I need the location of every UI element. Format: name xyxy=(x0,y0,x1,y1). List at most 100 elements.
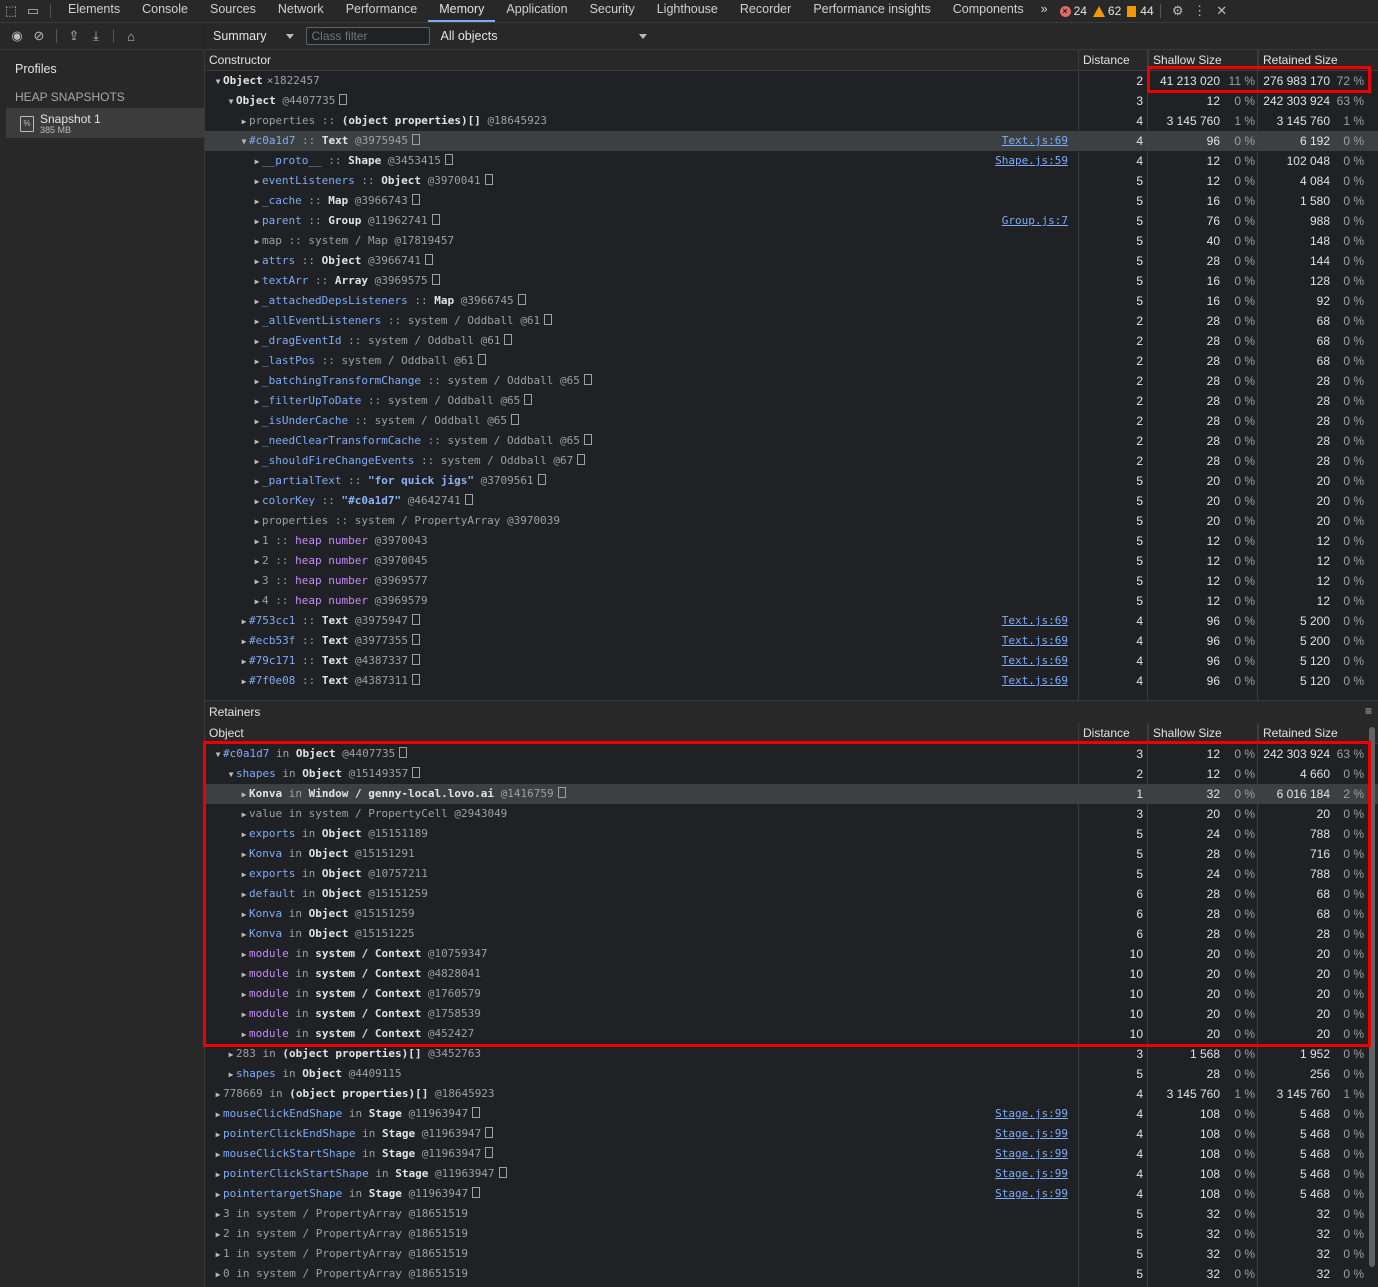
expand-right-icon[interactable]: ▶ xyxy=(239,805,249,825)
expand-right-icon[interactable]: ▶ xyxy=(252,472,262,492)
reveal-icon[interactable] xyxy=(583,434,592,445)
expand-right-icon[interactable]: ▶ xyxy=(239,865,249,885)
reveal-icon[interactable] xyxy=(557,787,566,798)
table-row[interactable]: ▶ 1 :: heap number @3970043 5 12 0 % 12 0 % xyxy=(205,531,1378,551)
expand-right-icon[interactable]: ▶ xyxy=(213,1205,223,1225)
source-link[interactable]: Text.js:69 xyxy=(1002,671,1068,691)
expand-right-icon[interactable]: ▶ xyxy=(239,612,249,632)
reveal-icon[interactable] xyxy=(484,174,493,185)
reveal-icon[interactable] xyxy=(411,194,420,205)
expand-right-icon[interactable]: ▶ xyxy=(239,632,249,652)
more-tabs-button[interactable]: » xyxy=(1035,0,1054,22)
reveal-icon[interactable] xyxy=(339,94,348,105)
tab-recorder[interactable]: Recorder xyxy=(729,0,802,22)
expand-right-icon[interactable]: ▶ xyxy=(252,372,262,392)
retainer-row[interactable]: ▶ 2 in system / PropertyArray @18651519 5 3… xyxy=(205,1224,1378,1244)
clear-icon[interactable]: ⊘ xyxy=(28,25,50,47)
reveal-icon[interactable] xyxy=(498,1167,507,1178)
expand-right-icon[interactable]: ▶ xyxy=(239,785,249,805)
reveal-icon[interactable] xyxy=(411,614,420,625)
table-row[interactable]: ▶ map :: system / Map @17819457 5 40 0 % 148 0… xyxy=(205,231,1378,251)
retainer-row[interactable]: ▶ shapes in Object @4409115 5 28 0 % 256 0 % xyxy=(205,1064,1378,1084)
retainer-row[interactable]: ▶ Konva in Object @15151225 6 28 0 % 28 0 % xyxy=(205,924,1378,944)
reveal-icon[interactable] xyxy=(464,494,473,505)
column-shallow-size[interactable]: Shallow Size xyxy=(1148,50,1258,70)
snapshot-item[interactable]: % Snapshot 1 385 MB xyxy=(6,108,204,138)
warning-count[interactable]: 62 xyxy=(1092,4,1121,18)
table-row[interactable]: ▶ _filterUpToDate :: system / Oddball @65… xyxy=(205,391,1378,411)
column-shallow-size[interactable]: Shallow Size xyxy=(1148,723,1258,743)
table-row[interactable]: ▶ #753cc1 :: Text @3975947 Text.js:69 4 96 0 … xyxy=(205,611,1378,631)
expand-right-icon[interactable]: ▶ xyxy=(213,1085,223,1105)
expand-right-icon[interactable]: ▶ xyxy=(252,552,262,572)
reveal-icon[interactable] xyxy=(444,154,453,165)
expand-right-icon[interactable]: ▶ xyxy=(252,172,262,192)
table-row[interactable]: ▶ 4 :: heap number @3969579 5 12 0 % 12 0 % xyxy=(205,591,1378,611)
source-link[interactable]: Stage.js:99 xyxy=(995,1124,1068,1144)
reveal-icon[interactable] xyxy=(411,134,420,145)
table-row[interactable]: ▶ #ecb53f :: Text @3977355 Text.js:69 4 96 0 … xyxy=(205,631,1378,651)
retainer-row[interactable]: ▶ exports in Object @15151189 5 24 0 % 788 0 % xyxy=(205,824,1378,844)
expand-right-icon[interactable]: ▶ xyxy=(213,1225,223,1245)
table-row[interactable]: ▼ #c0a1d7 :: Text @3975945 Text.js:69 4 96 0 … xyxy=(205,131,1378,151)
expand-right-icon[interactable]: ▶ xyxy=(239,112,249,132)
retainer-row[interactable]: ▶ module in system / Context @1760579 10 20… xyxy=(205,984,1378,1004)
retainer-row[interactable]: ▶ mouseClickEndShape in Stage @11963947 St… xyxy=(205,1104,1378,1124)
tab-components[interactable]: Components xyxy=(942,0,1035,22)
table-row[interactable]: ▶ textArr :: Array @3969575 5 16 0 % 128 0 % xyxy=(205,271,1378,291)
reveal-icon[interactable] xyxy=(485,1127,494,1138)
load-profile-icon[interactable]: ⇪ xyxy=(63,25,85,47)
table-row[interactable]: ▶ _batchingTransformChange :: system / Od… xyxy=(205,371,1378,391)
collect-garbage-icon[interactable]: ⌂ xyxy=(120,25,142,47)
retainer-row[interactable]: ▶ 283 in (object properties)[] @3452763 3 1… xyxy=(205,1044,1378,1064)
tab-lighthouse[interactable]: Lighthouse xyxy=(646,0,729,22)
retainer-row[interactable]: ▶ pointertargetShape in Stage @11963947 St… xyxy=(205,1184,1378,1204)
retainer-row[interactable]: ▶ exports in Object @10757211 5 24 0 % 788 0 % xyxy=(205,864,1378,884)
retainer-row[interactable]: ▶ 0 in system / PropertyArray @18651519 5 3… xyxy=(205,1264,1378,1284)
reveal-icon[interactable] xyxy=(511,414,520,425)
class-filter-input[interactable] xyxy=(306,27,431,45)
reveal-icon[interactable] xyxy=(544,314,553,325)
table-row[interactable]: ▶ #7f0e08 :: Text @4387311 Text.js:69 4 96 0 … xyxy=(205,671,1378,691)
tab-security[interactable]: Security xyxy=(579,0,646,22)
source-link[interactable]: Stage.js:99 xyxy=(995,1184,1068,1204)
expand-right-icon[interactable]: ▶ xyxy=(213,1265,223,1285)
expand-right-icon[interactable]: ▶ xyxy=(252,292,262,312)
reveal-icon[interactable] xyxy=(412,767,421,778)
tab-network[interactable]: Network xyxy=(267,0,335,22)
expand-right-icon[interactable]: ▶ xyxy=(252,252,262,272)
expand-down-icon[interactable]: ▼ xyxy=(226,765,236,785)
expand-right-icon[interactable]: ▶ xyxy=(252,152,262,172)
expand-right-icon[interactable]: ▶ xyxy=(239,985,249,1005)
retainer-row[interactable]: ▶ mouseClickStartShape in Stage @11963947… xyxy=(205,1144,1378,1164)
tab-sources[interactable]: Sources xyxy=(199,0,267,22)
expand-right-icon[interactable]: ▶ xyxy=(213,1165,223,1185)
table-row[interactable]: ▶ 3 :: heap number @3969577 5 12 0 % 12 0 % xyxy=(205,571,1378,591)
scrollbar[interactable] xyxy=(1369,727,1375,1267)
source-link[interactable]: Stage.js:99 xyxy=(995,1164,1068,1184)
table-row[interactable]: ▶ _dragEventId :: system / Oddball @61 2 28… xyxy=(205,331,1378,351)
retainer-row[interactable]: ▶ module in system / Context @10759347 10 2… xyxy=(205,944,1378,964)
table-row[interactable]: ▶ #79c171 :: Text @4387337 Text.js:69 4 96 0 … xyxy=(205,651,1378,671)
inspect-element-icon[interactable]: ⬚ xyxy=(0,0,22,22)
retainer-row[interactable]: ▶ 1 in system / PropertyArray @18651519 5 3… xyxy=(205,1244,1378,1264)
table-row[interactable]: ▶ attrs :: Object @3966741 5 28 0 % 144 0 % xyxy=(205,251,1378,271)
table-row[interactable]: ▶ properties :: system / PropertyArray @3… xyxy=(205,511,1378,531)
tab-performance-insights[interactable]: Performance insights xyxy=(802,0,941,22)
retainer-row[interactable]: ▼ shapes in Object @15149357 2 12 0 % 4 660 0 … xyxy=(205,764,1378,784)
column-object[interactable]: Object xyxy=(205,723,1077,743)
expand-right-icon[interactable]: ▶ xyxy=(213,1105,223,1125)
source-link[interactable]: Text.js:69 xyxy=(1002,651,1068,671)
expand-right-icon[interactable]: ▶ xyxy=(252,452,262,472)
tab-application[interactable]: Application xyxy=(495,0,578,22)
expand-right-icon[interactable]: ▶ xyxy=(252,592,262,612)
table-row[interactable]: ▶ _lastPos :: system / Oddball @61 2 28 0 % 6… xyxy=(205,351,1378,371)
column-distance[interactable]: Distance xyxy=(1078,723,1147,743)
reveal-icon[interactable] xyxy=(517,294,526,305)
expand-right-icon[interactable]: ▶ xyxy=(239,925,249,945)
menu-icon[interactable]: ≡ xyxy=(1365,704,1372,718)
retainer-row[interactable]: ▼ #c0a1d7 in Object @4407735 3 12 0 % 242 303… xyxy=(205,744,1378,764)
table-row[interactable]: ▼ Object ×1822457 2 41 213 020 11 % 276 983 17… xyxy=(205,71,1378,91)
retainer-row[interactable]: ▶ Konva in Object @15151291 5 28 0 % 716 0 % xyxy=(205,844,1378,864)
expand-right-icon[interactable]: ▶ xyxy=(239,1005,249,1025)
